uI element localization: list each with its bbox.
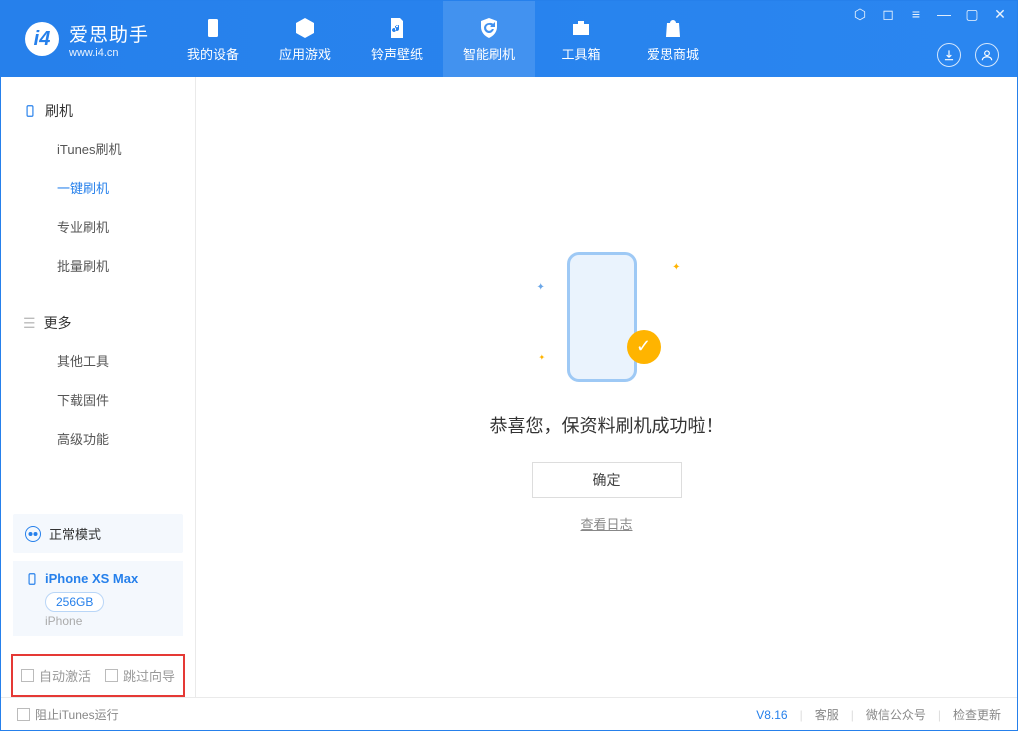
section-title: 更多 — [44, 313, 72, 333]
checkbox-auto-activate[interactable]: 自动激活 — [21, 666, 91, 685]
window-controls: ⬡ ◻ ≡ ― ▢ ✕ — [853, 7, 1007, 21]
top-tabs: 我的设备 应用游戏 铃声壁纸 智能刷机 工具箱 爱思商城 — [167, 1, 719, 77]
checkbox-skip-guide[interactable]: 跳过向导 — [105, 666, 175, 685]
tab-label: 爱思商城 — [647, 44, 699, 63]
tab-apps-games[interactable]: 应用游戏 — [259, 1, 351, 77]
tab-label: 智能刷机 — [463, 44, 515, 63]
bag-icon — [661, 16, 685, 40]
sidebar-item-other-tools[interactable]: 其他工具 — [1, 341, 195, 380]
sidebar-section-flash: 刷机 — [1, 95, 195, 129]
section-title: 刷机 — [45, 101, 73, 121]
support-link[interactable]: 客服 — [815, 706, 839, 723]
toolbox-icon — [569, 16, 593, 40]
device-capacity-badge: 256GB — [45, 592, 104, 612]
phone-illustration-icon — [567, 252, 637, 382]
close-button[interactable]: ✕ — [993, 7, 1007, 21]
maximize-button[interactable]: ▢ — [965, 7, 979, 21]
ok-button[interactable]: 确定 — [532, 462, 682, 498]
app-logo: i4 爱思助手 www.i4.cn — [1, 20, 167, 59]
tab-smart-flash[interactable]: 智能刷机 — [443, 1, 535, 77]
device-info-box[interactable]: iPhone XS Max 256GB iPhone — [13, 561, 183, 636]
feedback-icon[interactable]: ◻ — [881, 7, 895, 21]
phone-icon — [23, 104, 37, 118]
checkbox-label: 自动激活 — [39, 666, 91, 685]
sparkle-icon: ✦ — [672, 262, 680, 273]
checkbox-label: 阻止iTunes运行 — [35, 706, 119, 723]
logo-icon: i4 — [25, 22, 59, 56]
checkmark-badge-icon: ✓ — [627, 330, 661, 364]
titlebar: i4 爱思助手 www.i4.cn 我的设备 应用游戏 铃声壁纸 智能刷机 工具… — [1, 1, 1017, 77]
tab-label: 工具箱 — [562, 44, 601, 63]
tab-label: 铃声壁纸 — [371, 44, 423, 63]
sidebar: 刷机 iTunes刷机 一键刷机 专业刷机 批量刷机 ☰ 更多 其他工具 下载固… — [1, 77, 196, 697]
checkbox-icon — [21, 669, 34, 682]
check-update-link[interactable]: 检查更新 — [953, 706, 1001, 723]
menu-icon[interactable]: ≡ — [909, 7, 923, 21]
device-mode-box[interactable]: 正常模式 — [13, 514, 183, 553]
user-controls — [937, 43, 999, 67]
shield-refresh-icon — [477, 16, 501, 40]
main-content: ✓ ✦ ✦ ✦ 恭喜您，保资料刷机成功啦！ 确定 查看日志 — [196, 77, 1017, 697]
sidebar-section-more: ☰ 更多 — [1, 307, 195, 341]
tab-store[interactable]: 爱思商城 — [627, 1, 719, 77]
phone-icon — [25, 572, 39, 586]
sidebar-item-one-click-flash[interactable]: 一键刷机 — [1, 168, 195, 207]
sidebar-item-download-firmware[interactable]: 下载固件 — [1, 380, 195, 419]
sidebar-item-itunes-flash[interactable]: iTunes刷机 — [1, 129, 195, 168]
status-bar: 阻止iTunes运行 V8.16 | 客服 | 微信公众号 | 检查更新 — [1, 697, 1017, 731]
wechat-link[interactable]: 微信公众号 — [866, 706, 926, 723]
view-log-link[interactable]: 查看日志 — [580, 514, 632, 533]
tab-label: 应用游戏 — [279, 44, 331, 63]
tab-my-device[interactable]: 我的设备 — [167, 1, 259, 77]
tab-toolbox[interactable]: 工具箱 — [535, 1, 627, 77]
tab-ringtone-wallpaper[interactable]: 铃声壁纸 — [351, 1, 443, 77]
tshirt-icon[interactable]: ⬡ — [853, 7, 867, 21]
bottom-options-highlight: 自动激活 跳过向导 — [11, 654, 185, 697]
mode-icon — [25, 526, 41, 542]
success-message: 恭喜您，保资料刷机成功啦！ — [490, 412, 724, 438]
device-mode-label: 正常模式 — [49, 524, 101, 543]
success-illustration: ✓ ✦ ✦ ✦ — [547, 242, 667, 392]
brand-name: 爱思助手 — [69, 20, 149, 47]
music-file-icon — [385, 16, 409, 40]
checkbox-label: 跳过向导 — [123, 666, 175, 685]
tab-label: 我的设备 — [187, 44, 239, 63]
device-name: iPhone XS Max — [45, 571, 138, 586]
sparkle-icon: ✦ — [539, 353, 546, 362]
checkbox-icon — [105, 669, 118, 682]
sidebar-item-pro-flash[interactable]: 专业刷机 — [1, 207, 195, 246]
cube-icon — [293, 16, 317, 40]
sparkle-icon: ✦ — [537, 282, 545, 293]
device-icon — [201, 16, 225, 40]
list-icon: ☰ — [23, 315, 36, 332]
device-type: iPhone — [45, 614, 171, 628]
user-account-button[interactable] — [975, 43, 999, 67]
brand-url: www.i4.cn — [69, 47, 149, 59]
minimize-button[interactable]: ― — [937, 7, 951, 21]
version-label: V8.16 — [756, 708, 787, 722]
download-button[interactable] — [937, 43, 961, 67]
sidebar-item-batch-flash[interactable]: 批量刷机 — [1, 246, 195, 285]
sidebar-item-advanced[interactable]: 高级功能 — [1, 419, 195, 458]
checkbox-icon — [17, 708, 30, 721]
checkbox-stop-itunes[interactable]: 阻止iTunes运行 — [17, 706, 119, 723]
